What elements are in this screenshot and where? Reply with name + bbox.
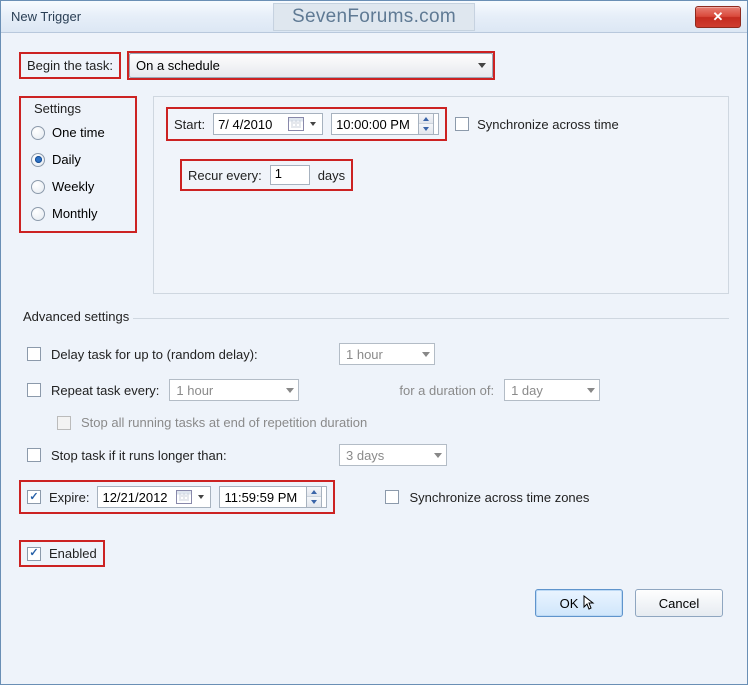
repeat-checkbox[interactable] xyxy=(27,383,41,397)
start-time-value: 10:00:00 PM xyxy=(336,117,414,132)
radio-icon xyxy=(31,126,45,140)
stop-if-checkbox[interactable] xyxy=(27,448,41,462)
advanced-title: Advanced settings xyxy=(19,309,133,324)
watermark: SevenForums.com xyxy=(273,3,475,31)
cancel-button[interactable]: Cancel xyxy=(635,589,723,617)
duration-label: for a duration of: xyxy=(399,383,494,398)
cancel-label: Cancel xyxy=(659,596,699,611)
radio-daily[interactable]: Daily xyxy=(31,152,125,167)
duration-value: 1 day xyxy=(511,383,543,398)
start-date-value: 7/ 4/2010 xyxy=(218,117,284,132)
spin-down-icon[interactable] xyxy=(307,497,321,507)
start-label: Start: xyxy=(174,117,205,132)
delay-value: 1 hour xyxy=(346,347,383,362)
dialog-body: Begin the task: On a schedule Settings O… xyxy=(1,33,747,631)
begin-task-value: On a schedule xyxy=(136,58,220,73)
sync-time-checkbox[interactable] xyxy=(455,117,469,131)
delay-label: Delay task for up to (random delay): xyxy=(51,347,329,362)
radio-label: Daily xyxy=(52,152,81,167)
enabled-label: Enabled xyxy=(49,546,97,561)
chevron-down-icon xyxy=(587,388,595,393)
sync-time-label: Synchronize across time xyxy=(477,117,619,132)
new-trigger-dialog: New Trigger SevenForums.com ✕ Begin the … xyxy=(0,0,748,685)
close-button[interactable]: ✕ xyxy=(695,6,741,28)
radio-one-time[interactable]: One time xyxy=(31,125,125,140)
expire-label: Expire: xyxy=(49,490,89,505)
radio-weekly[interactable]: Weekly xyxy=(31,179,125,194)
start-time-input[interactable]: 10:00:00 PM xyxy=(331,113,439,135)
recur-label: Recur every: xyxy=(188,168,262,183)
radio-label: One time xyxy=(52,125,105,140)
window-title: New Trigger xyxy=(11,9,81,24)
schedule-settings-group: Settings One time Daily Weekly xyxy=(19,96,137,233)
expire-time-value: 11:59:59 PM xyxy=(224,490,302,505)
enabled-checkbox[interactable] xyxy=(27,547,41,561)
expire-checkbox[interactable] xyxy=(27,490,41,504)
radio-icon xyxy=(31,207,45,221)
chevron-down-icon xyxy=(478,63,486,68)
ok-button[interactable]: OK xyxy=(535,589,623,617)
spin-up-icon[interactable] xyxy=(419,114,433,124)
titlebar: New Trigger SevenForums.com ✕ xyxy=(1,1,747,33)
stop-all-label: Stop all running tasks at end of repetit… xyxy=(81,415,367,430)
calendar-icon xyxy=(176,490,192,504)
delay-checkbox[interactable] xyxy=(27,347,41,361)
schedule-detail-panel: Start: 7/ 4/2010 10:00:00 PM xyxy=(153,96,729,294)
expire-time-input[interactable]: 11:59:59 PM xyxy=(219,486,327,508)
chevron-down-icon xyxy=(310,122,316,126)
expire-date-value: 12/21/2012 xyxy=(102,490,172,505)
repeat-value: 1 hour xyxy=(176,383,213,398)
begin-task-label: Begin the task: xyxy=(19,52,121,79)
radio-label: Weekly xyxy=(52,179,94,194)
chevron-down-icon xyxy=(286,388,294,393)
stop-if-label: Stop task if it runs longer than: xyxy=(51,448,329,463)
duration-value-dropdown[interactable]: 1 day xyxy=(504,379,600,401)
delay-value-dropdown[interactable]: 1 hour xyxy=(339,343,435,365)
spin-down-icon[interactable] xyxy=(419,124,433,134)
spin-up-icon[interactable] xyxy=(307,487,321,497)
stop-if-value: 3 days xyxy=(346,448,384,463)
stop-if-value-dropdown[interactable]: 3 days xyxy=(339,444,447,466)
radio-icon xyxy=(31,153,45,167)
close-icon: ✕ xyxy=(713,9,724,25)
expire-date-input[interactable]: 12/21/2012 xyxy=(97,486,211,508)
stop-all-checkbox xyxy=(57,416,71,430)
radio-label: Monthly xyxy=(52,206,98,221)
radio-monthly[interactable]: Monthly xyxy=(31,206,125,221)
expire-sync-label: Synchronize across time zones xyxy=(409,490,589,505)
begin-task-dropdown[interactable]: On a schedule xyxy=(129,53,493,78)
recur-unit: days xyxy=(318,168,345,183)
advanced-settings-group: Advanced settings Delay task for up to (… xyxy=(19,318,729,567)
cursor-icon xyxy=(582,595,598,611)
start-date-input[interactable]: 7/ 4/2010 xyxy=(213,113,323,135)
settings-group-title: Settings xyxy=(31,101,84,116)
chevron-down-icon xyxy=(198,495,204,499)
expire-sync-checkbox[interactable] xyxy=(385,490,399,504)
repeat-value-dropdown[interactable]: 1 hour xyxy=(169,379,299,401)
chevron-down-icon xyxy=(434,453,442,458)
calendar-icon xyxy=(288,117,304,131)
chevron-down-icon xyxy=(422,352,430,357)
time-spinner[interactable] xyxy=(306,486,322,508)
ok-label: OK xyxy=(560,596,579,611)
repeat-label: Repeat task every: xyxy=(51,383,159,398)
recur-value-input[interactable]: 1 xyxy=(270,165,310,185)
radio-icon xyxy=(31,180,45,194)
time-spinner[interactable] xyxy=(418,113,434,135)
